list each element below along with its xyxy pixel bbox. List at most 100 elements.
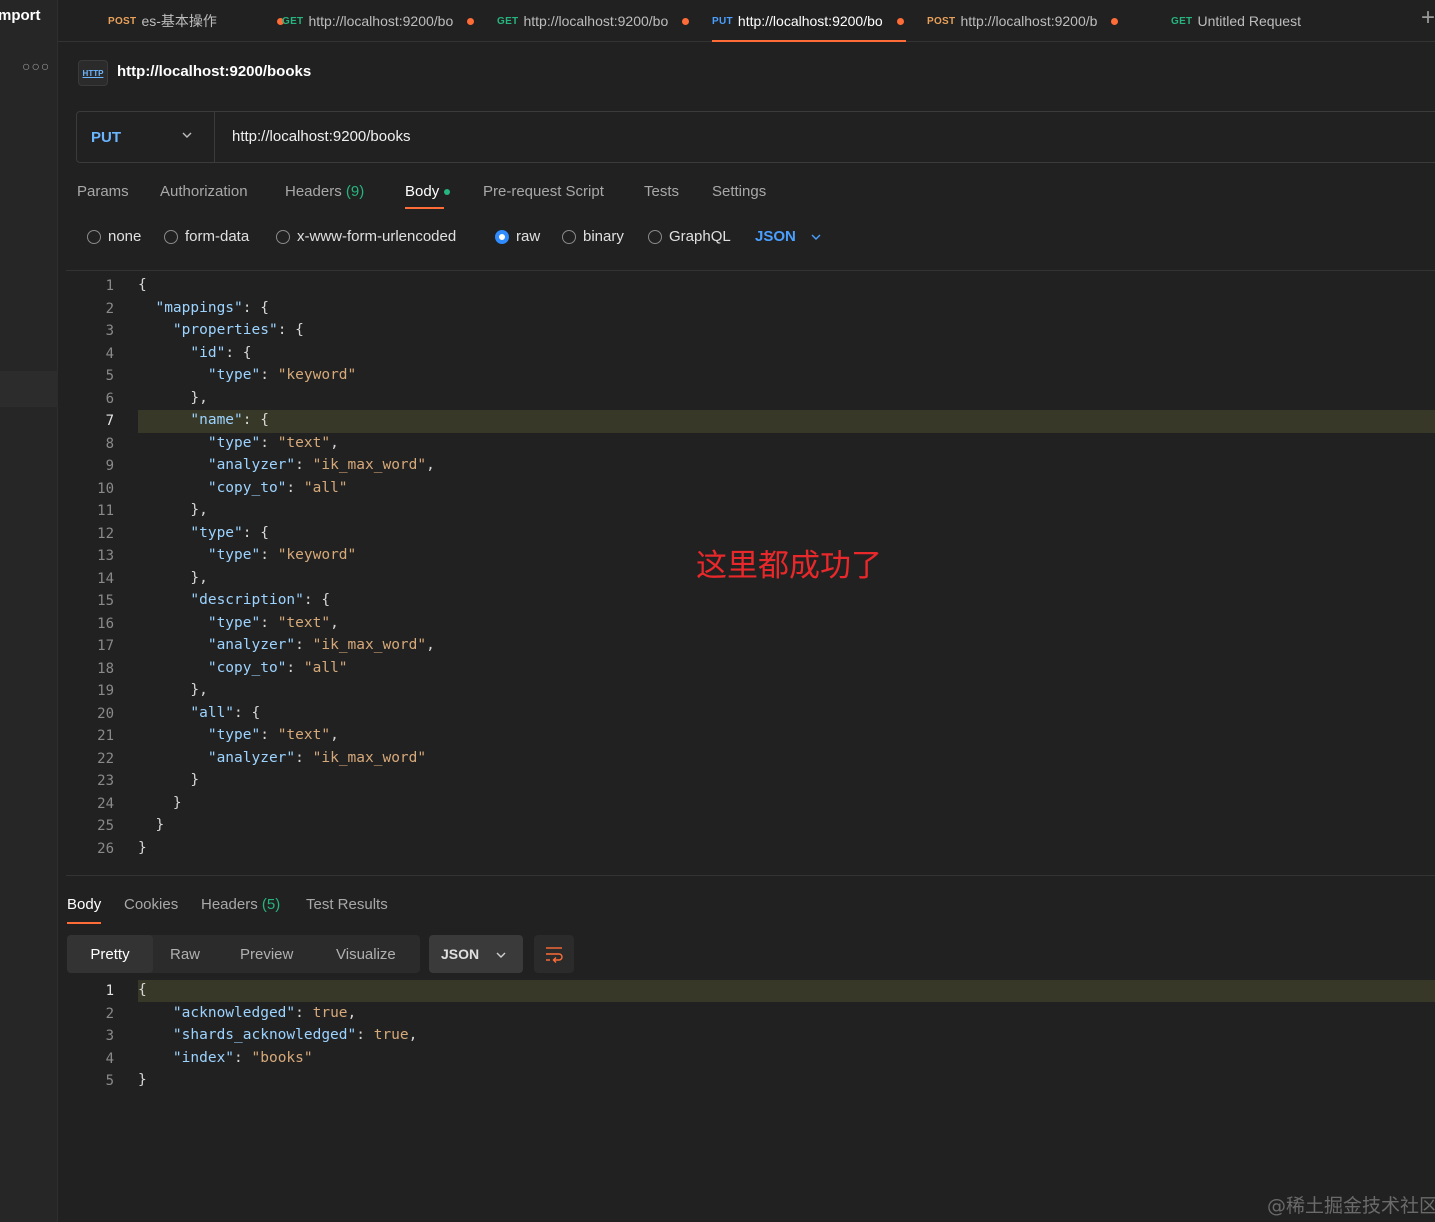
tab-title: es-基本操作 <box>141 13 217 29</box>
unsaved-dot-icon <box>682 17 690 25</box>
line-number: 1 <box>105 278 114 294</box>
current-line-highlight <box>138 980 1435 1002</box>
response-format-select[interactable]: JSON <box>429 935 523 973</box>
line-number: 9 <box>105 458 114 474</box>
response-tab-test-results[interactable]: Test Results <box>306 896 388 913</box>
code-line: }, <box>138 682 208 698</box>
code-line: "description": { <box>190 592 331 608</box>
import-button[interactable]: mport <box>0 7 41 24</box>
tab-untitled-request[interactable]: GET Untitled Request <box>1171 0 1351 42</box>
response-body-viewer[interactable]: 1 {2 "acknowledged": true, 3 "shards_ackno… <box>66 980 1435 1095</box>
url-input[interactable]: http://localhost:9200/books <box>232 128 410 145</box>
radio-circle-icon <box>276 229 290 244</box>
code-line: "analyzer": "ik_max_word" <box>207 749 427 766</box>
view-raw-button[interactable]: Raw <box>170 935 200 973</box>
tab-authorization[interactable]: Authorization <box>160 183 248 200</box>
code-line: "acknowledged": true, <box>172 1004 357 1021</box>
code-line: "type": "text", <box>207 727 339 743</box>
radio-form-data[interactable]: form-data <box>164 228 249 245</box>
tab-title: http://localhost:9200/bo <box>523 13 669 29</box>
radio-raw[interactable]: raw <box>495 228 540 245</box>
line-number: 15 <box>97 593 114 609</box>
code-line: "shards_acknowledged": true, <box>172 1027 418 1043</box>
response-format-label: JSON <box>441 946 480 962</box>
view-preview-button[interactable]: Preview <box>240 935 293 973</box>
line-number: 14 <box>97 570 114 587</box>
line-number: 7 <box>105 413 114 429</box>
annotation-text: 这里都成功了 <box>696 548 882 584</box>
view-pretty-button[interactable]: Pretty <box>67 935 153 973</box>
line-number: 13 <box>97 548 114 564</box>
method-badge: GET <box>1171 15 1193 27</box>
tab-put-books[interactable]: PUT http://localhost:9200/bo <box>712 0 906 42</box>
method-badge: POST <box>108 15 137 27</box>
radio-binary[interactable]: binary <box>562 228 624 245</box>
code-line: }, <box>138 502 208 518</box>
tab-title: http://localhost:9200/bo <box>308 13 454 29</box>
code-line: "type": "text", <box>207 434 339 451</box>
radio-graphql[interactable]: GraphQL <box>648 228 731 245</box>
line-number: 12 <box>97 525 114 542</box>
tab-title: http://localhost:9200/b <box>960 13 1098 29</box>
radio-circle-icon <box>648 229 662 244</box>
line-number: 2 <box>105 1005 114 1022</box>
code-line: "index": "books" <box>172 1049 313 1066</box>
radio-circle-icon <box>164 229 178 244</box>
url-bar: PUT http://localhost:9200/books <box>76 111 1435 163</box>
add-tab-icon[interactable]: + <box>1421 4 1435 32</box>
radio-urlencoded[interactable]: x-www-form-urlencoded <box>276 228 456 245</box>
line-number: 6 <box>105 390 114 407</box>
code-line: "mappings": { <box>155 299 269 316</box>
view-visualize-button[interactable]: Visualize <box>336 935 396 973</box>
tab-get-books-2[interactable]: GET http://localhost:9200/bo <box>497 0 697 42</box>
tab-tests[interactable]: Tests <box>644 183 679 200</box>
tab-pre-request-script[interactable]: Pre-request Script <box>483 183 604 200</box>
line-number: 3 <box>105 1028 114 1044</box>
tab-headers[interactable]: Headers (9) <box>285 183 364 200</box>
radio-label: x-www-form-urlencoded <box>297 228 457 245</box>
line-number: 5 <box>105 368 114 384</box>
tab-get-books-1[interactable]: GET http://localhost:9200/bo <box>282 0 482 42</box>
response-tab-cookies[interactable]: Cookies <box>124 896 178 913</box>
current-line-highlight <box>138 410 1435 433</box>
unsaved-dot-icon <box>896 17 904 25</box>
code-line: "name": { <box>190 412 269 428</box>
method-badge: GET <box>282 15 304 27</box>
radio-label: GraphQL <box>669 228 731 245</box>
unsaved-dot-icon <box>467 17 475 25</box>
sidebar-selected-item[interactable] <box>0 371 58 407</box>
headers-count: (9) <box>345 183 365 200</box>
chevron-down-icon <box>182 132 192 138</box>
line-number: 18 <box>97 660 114 677</box>
line-number: 25 <box>97 818 114 834</box>
method-select[interactable]: PUT <box>77 112 215 162</box>
line-number: 16 <box>97 615 114 632</box>
code-line: "copy_to": "all" <box>207 479 348 496</box>
line-number: 1 <box>105 983 114 999</box>
radio-none[interactable]: none <box>87 228 141 245</box>
line-number: 22 <box>97 750 114 767</box>
more-options-icon[interactable]: ○○○ <box>22 58 50 74</box>
line-number: 26 <box>97 840 114 857</box>
code-line: } <box>138 1072 147 1088</box>
tab-settings[interactable]: Settings <box>712 183 766 200</box>
code-line: "properties": { <box>172 322 304 338</box>
tab-params[interactable]: Params <box>77 183 129 200</box>
line-number: 23 <box>97 773 114 789</box>
response-tab-headers[interactable]: Headers (5) <box>201 896 280 913</box>
radio-circle-icon <box>87 229 101 244</box>
response-tab-body[interactable]: Body <box>67 896 102 924</box>
line-number: 19 <box>97 683 114 699</box>
tab-post-books[interactable]: POST http://localhost:9200/b <box>927 0 1127 42</box>
response-view-toggle: Pretty Raw Preview Visualize <box>67 935 420 973</box>
request-title[interactable]: http://localhost:9200/books <box>117 63 311 80</box>
body-language-select[interactable]: JSON <box>755 228 822 245</box>
watermark: @稀土掘金技术社区 <box>1267 1195 1435 1217</box>
radio-selected-icon <box>495 229 509 244</box>
code-line: "type": "keyword" <box>207 367 357 383</box>
tab-body[interactable]: Body <box>405 183 451 209</box>
request-tab-bar: POST es-基本操作 GET http://localhost:9200/b… <box>58 0 1435 42</box>
radio-label: binary <box>583 228 624 245</box>
code-line: "type": { <box>190 524 269 541</box>
wrap-lines-button[interactable] <box>534 935 574 973</box>
